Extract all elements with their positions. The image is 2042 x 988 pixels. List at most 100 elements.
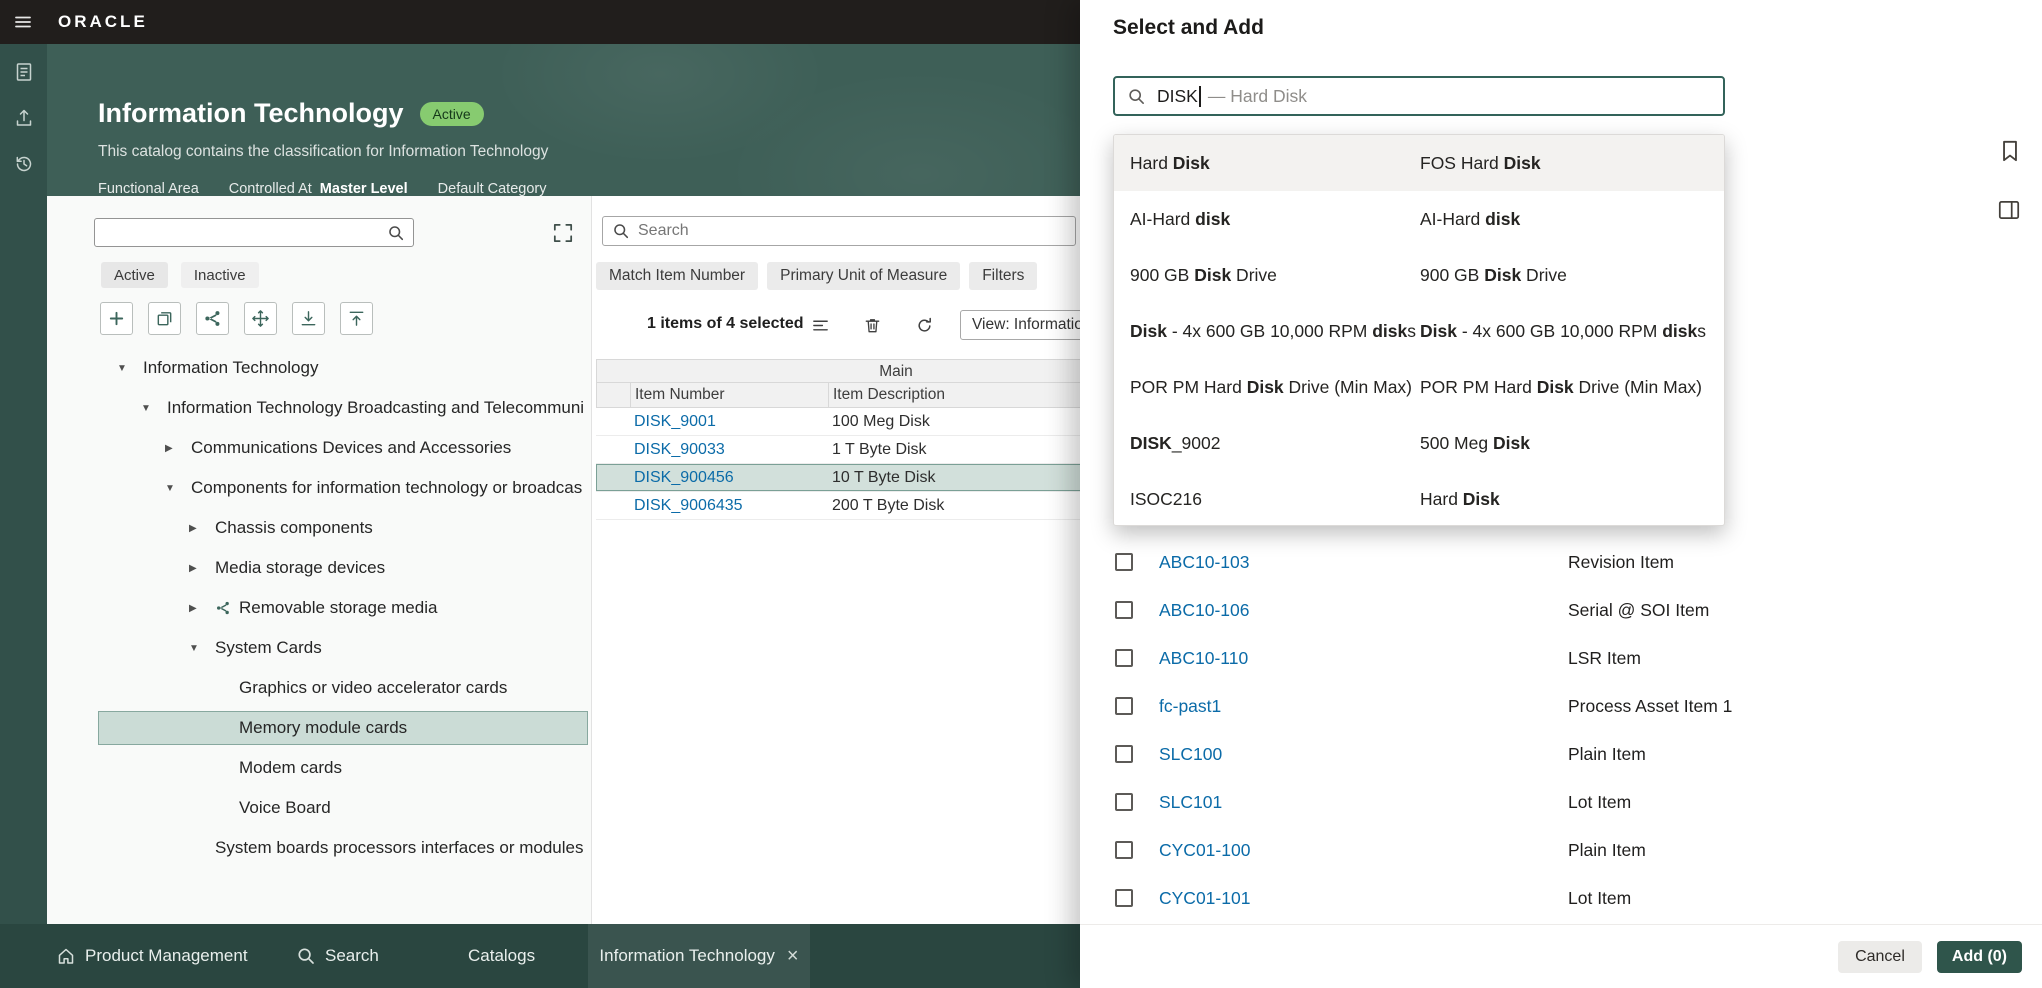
suggestion-secondary[interactable]: Hard Disk xyxy=(1420,489,1724,510)
suggestion-primary[interactable]: Hard Disk xyxy=(1130,153,1420,174)
suggestion-primary[interactable]: 900 GB Disk Drive xyxy=(1130,265,1420,286)
suggestion-primary[interactable]: AI-Hard disk xyxy=(1130,209,1420,230)
filter-inactive-button[interactable]: Inactive xyxy=(181,262,259,288)
expand-panel-button[interactable] xyxy=(551,221,575,245)
tree-node[interactable]: ▼Information Technology xyxy=(47,348,591,388)
item-number-link[interactable]: DISK_90033 xyxy=(630,441,828,459)
add-button[interactable] xyxy=(100,302,133,335)
suggestion-primary[interactable]: DISK_9002 xyxy=(1130,433,1420,454)
item-number-link[interactable]: ABC10-106 xyxy=(1159,600,1249,621)
chevron-right-icon[interactable]: ▶ xyxy=(189,603,215,614)
drawer-search-box[interactable]: DISK — Hard Disk xyxy=(1113,76,1725,116)
filter-chip[interactable]: Filters xyxy=(969,262,1037,290)
tree-node[interactable]: ▶Chassis components xyxy=(47,508,591,548)
functional-area-link[interactable]: Functional Area xyxy=(98,181,199,197)
add-button[interactable]: Add (0) xyxy=(1937,941,2022,973)
suggestion-primary[interactable]: ISOC216 xyxy=(1130,489,1420,510)
row-checkbox[interactable] xyxy=(1115,793,1133,811)
item-number-link[interactable]: fc-past1 xyxy=(1159,696,1221,717)
result-row[interactable]: SLC100Plain Item xyxy=(1080,730,2042,778)
tree-node[interactable]: ▶Communications Devices and Accessories xyxy=(47,428,591,468)
chevron-down-icon[interactable]: ▼ xyxy=(189,643,215,654)
suggestion-row[interactable]: Disk - 4x 600 GB 10,000 RPM disksDisk - … xyxy=(1114,303,1724,359)
item-number-link[interactable]: CYC01-100 xyxy=(1159,840,1250,861)
items-search-input[interactable] xyxy=(638,222,1066,240)
tab-information-technology[interactable]: Information Technology × xyxy=(588,924,810,988)
filter-active-button[interactable]: Active xyxy=(101,262,168,288)
column-header-item-number[interactable]: Item Number xyxy=(631,383,829,407)
row-checkbox[interactable] xyxy=(1115,889,1133,907)
row-checkbox[interactable] xyxy=(1115,649,1133,667)
result-row[interactable]: fc-past1Process Asset Item 1 xyxy=(1080,682,2042,730)
delete-button[interactable] xyxy=(859,312,885,338)
result-row[interactable]: ABC10-103Revision Item xyxy=(1080,538,2042,586)
rail-item-publish[interactable] xyxy=(12,106,36,130)
chevron-down-icon[interactable]: ▼ xyxy=(141,403,167,414)
rail-item-catalog[interactable] xyxy=(12,60,36,84)
tree-node[interactable]: ▶Media storage devices xyxy=(47,548,591,588)
item-number-link[interactable]: DISK_9006435 xyxy=(630,497,828,515)
share-button[interactable] xyxy=(196,302,229,335)
list-button[interactable] xyxy=(807,312,833,338)
suggestion-primary[interactable]: Disk - 4x 600 GB 10,000 RPM disks xyxy=(1130,321,1420,342)
nav-product-management[interactable]: Product Management xyxy=(56,924,248,988)
item-number-link[interactable]: DISK_900456 xyxy=(630,469,828,487)
row-checkbox[interactable] xyxy=(1115,553,1133,571)
filter-chip[interactable]: Primary Unit of Measure xyxy=(767,262,960,290)
tree-search-input[interactable] xyxy=(103,224,387,242)
row-checkbox[interactable] xyxy=(1115,841,1133,859)
suggestion-secondary[interactable]: Disk - 4x 600 GB 10,000 RPM disks xyxy=(1420,321,1724,342)
suggestion-row[interactable]: AI-Hard diskAI-Hard disk xyxy=(1114,191,1724,247)
tree-node[interactable]: Memory module cards xyxy=(47,708,591,748)
suggestion-secondary[interactable]: POR PM Hard Disk Drive (Min Max) xyxy=(1420,377,1724,398)
item-number-link[interactable]: CYC01-101 xyxy=(1159,888,1250,909)
chevron-down-icon[interactable]: ▼ xyxy=(165,483,191,494)
suggestion-secondary[interactable]: FOS Hard Disk xyxy=(1420,153,1724,174)
suggestion-row[interactable]: Hard DiskFOS Hard Disk xyxy=(1114,135,1724,191)
refresh-button[interactable] xyxy=(911,312,937,338)
chevron-right-icon[interactable]: ▶ xyxy=(189,563,215,574)
nav-search[interactable]: Search xyxy=(296,924,379,988)
bookmark-button[interactable] xyxy=(1998,138,2022,164)
result-row[interactable]: ABC10-106Serial @ SOI Item xyxy=(1080,586,2042,634)
filter-chip[interactable]: Match Item Number xyxy=(596,262,758,290)
suggestion-secondary[interactable]: AI-Hard disk xyxy=(1420,209,1724,230)
move-button[interactable] xyxy=(244,302,277,335)
menu-button[interactable] xyxy=(0,0,46,44)
row-checkbox[interactable] xyxy=(1115,745,1133,763)
result-row[interactable]: ABC10-110LSR Item xyxy=(1080,634,2042,682)
suggestion-primary[interactable]: POR PM Hard Disk Drive (Min Max) xyxy=(1130,377,1420,398)
item-number-link[interactable]: ABC10-103 xyxy=(1159,552,1249,573)
tree-node[interactable]: Voice Board xyxy=(47,788,591,828)
suggestion-secondary[interactable]: 500 Meg Disk xyxy=(1420,433,1724,454)
chevron-down-icon[interactable]: ▼ xyxy=(117,363,143,374)
chevron-right-icon[interactable]: ▶ xyxy=(189,523,215,534)
suggestion-row[interactable]: POR PM Hard Disk Drive (Min Max)POR PM H… xyxy=(1114,359,1724,415)
tree-node[interactable]: ▶Removable storage media xyxy=(47,588,591,628)
item-number-link[interactable]: ABC10-110 xyxy=(1159,648,1248,669)
tree-node[interactable]: ▼Information Technology Broadcasting and… xyxy=(47,388,591,428)
export-button[interactable] xyxy=(340,302,373,335)
suggestion-row[interactable]: 900 GB Disk Drive900 GB Disk Drive xyxy=(1114,247,1724,303)
view-menu-button[interactable]: View: Informatio xyxy=(960,310,1095,340)
result-row[interactable]: CYC01-100Plain Item xyxy=(1080,826,2042,874)
tree-node[interactable]: Modem cards xyxy=(47,748,591,788)
row-checkbox[interactable] xyxy=(1115,601,1133,619)
item-number-link[interactable]: DISK_9001 xyxy=(630,413,828,431)
suggestion-row[interactable]: DISK_9002500 Meg Disk xyxy=(1114,415,1724,471)
close-icon[interactable]: × xyxy=(787,946,799,966)
item-number-link[interactable]: SLC100 xyxy=(1159,744,1222,765)
cancel-button[interactable]: Cancel xyxy=(1838,941,1922,973)
suggestion-secondary[interactable]: 900 GB Disk Drive xyxy=(1420,265,1724,286)
result-row[interactable]: SLC101Lot Item xyxy=(1080,778,2042,826)
tree-node[interactable]: ▼Components for information technology o… xyxy=(47,468,591,508)
panel-toggle-button[interactable] xyxy=(1996,198,2022,222)
rail-item-history[interactable] xyxy=(12,152,36,176)
tree-node[interactable]: Graphics or video accelerator cards xyxy=(47,668,591,708)
default-category-link[interactable]: Default Category xyxy=(438,181,547,197)
chevron-right-icon[interactable]: ▶ xyxy=(165,443,191,454)
row-checkbox[interactable] xyxy=(1115,697,1133,715)
item-number-link[interactable]: SLC101 xyxy=(1159,792,1222,813)
result-row[interactable]: CYC01-101Lot Item xyxy=(1080,874,2042,922)
tree-node[interactable]: ▼System Cards xyxy=(47,628,591,668)
